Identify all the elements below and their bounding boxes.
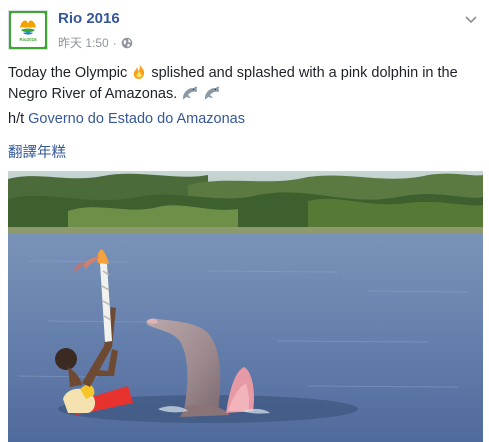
message-text-3: Negro River of Amazonas. xyxy=(8,86,178,102)
rio-logo: Rio2016 xyxy=(11,13,45,47)
post-timestamp[interactable]: 昨天 1:50 xyxy=(58,34,109,51)
hat-tip-line: h/t Governo do Estado do Amazonas xyxy=(8,111,245,127)
chevron-down-icon[interactable] xyxy=(463,12,479,28)
post-meta: 昨天 1:50 · xyxy=(58,34,133,51)
post-header: Rio2016 Rio 2016 昨天 1:50 · xyxy=(8,8,481,56)
hat-tip-page-link[interactable]: Governo do Estado do Amazonas xyxy=(28,111,245,127)
dolphin-emoji xyxy=(204,86,220,100)
message-text-2: splished and splashed with a pink dolphi… xyxy=(151,65,458,81)
river-dolphin-photo xyxy=(8,171,483,442)
message-text-1: Today the Olympic xyxy=(8,65,128,81)
post-message-line-1: Today the Olympic splished and splashed … xyxy=(8,62,478,84)
post-message-line-2: Negro River of Amazonas. xyxy=(8,84,478,105)
page-avatar[interactable]: Rio2016 xyxy=(8,10,48,50)
see-translation-link[interactable]: 翻譯年糕 xyxy=(8,141,66,162)
post-photo[interactable] xyxy=(8,171,483,442)
facebook-post: Rio2016 Rio 2016 昨天 1:50 · Today the Oly… xyxy=(0,0,489,442)
meta-separator: · xyxy=(112,35,117,50)
post-message: Today the Olympic splished and splashed … xyxy=(8,62,478,105)
dolphin-emoji xyxy=(182,86,198,100)
page-name-link[interactable]: Rio 2016 xyxy=(58,10,120,27)
avatar-logo-text: Rio2016 xyxy=(19,37,37,42)
globe-icon[interactable] xyxy=(121,37,133,49)
flame-emoji xyxy=(134,63,145,79)
hat-tip-prefix: h/t xyxy=(8,111,25,127)
rio-logo-mark: Rio2016 xyxy=(19,20,37,42)
